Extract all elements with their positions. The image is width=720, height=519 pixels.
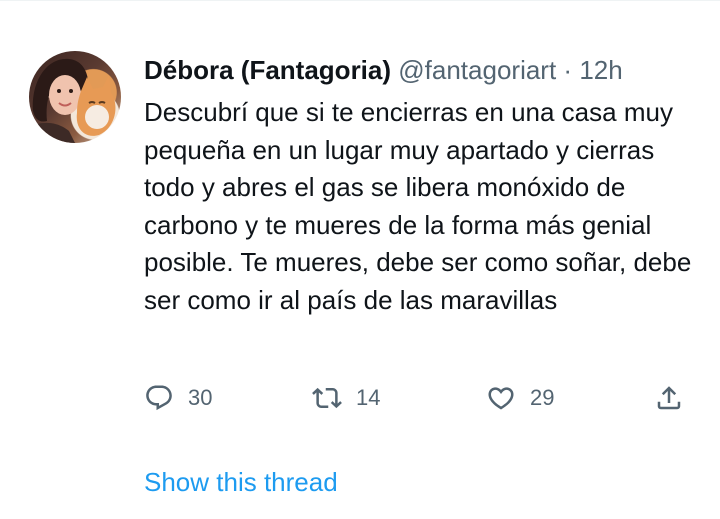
handle[interactable]: @fantagoriart: [398, 55, 556, 85]
display-name[interactable]: Débora (Fantagoria): [144, 55, 391, 85]
tweet-header: Débora (Fantagoria) @fantagoriart · 12h: [144, 53, 623, 87]
reply-icon: [146, 385, 172, 411]
like-count: 29: [530, 385, 555, 410]
separator-dot: ·: [563, 55, 573, 85]
timestamp[interactable]: 12h: [579, 55, 622, 85]
reply-count: 30: [188, 385, 213, 410]
retweet-button[interactable]: 14: [312, 378, 380, 418]
top-divider: [0, 0, 720, 1]
tweet-text: Descubrí que si te encierras en una casa…: [144, 97, 692, 315]
action-bar: 30 14 29: [144, 378, 694, 418]
avatar[interactable]: [29, 51, 121, 143]
heart-icon: [488, 387, 514, 410]
share-icon: [657, 386, 681, 410]
retweet-count: 14: [356, 385, 381, 410]
share-button[interactable]: [654, 378, 684, 418]
retweet-icon: [312, 387, 342, 409]
show-thread-link[interactable]: Show this thread: [144, 464, 338, 500]
reply-button[interactable]: 30: [144, 378, 212, 418]
like-button[interactable]: 29: [486, 378, 554, 418]
avatar-image: [29, 58, 116, 143]
